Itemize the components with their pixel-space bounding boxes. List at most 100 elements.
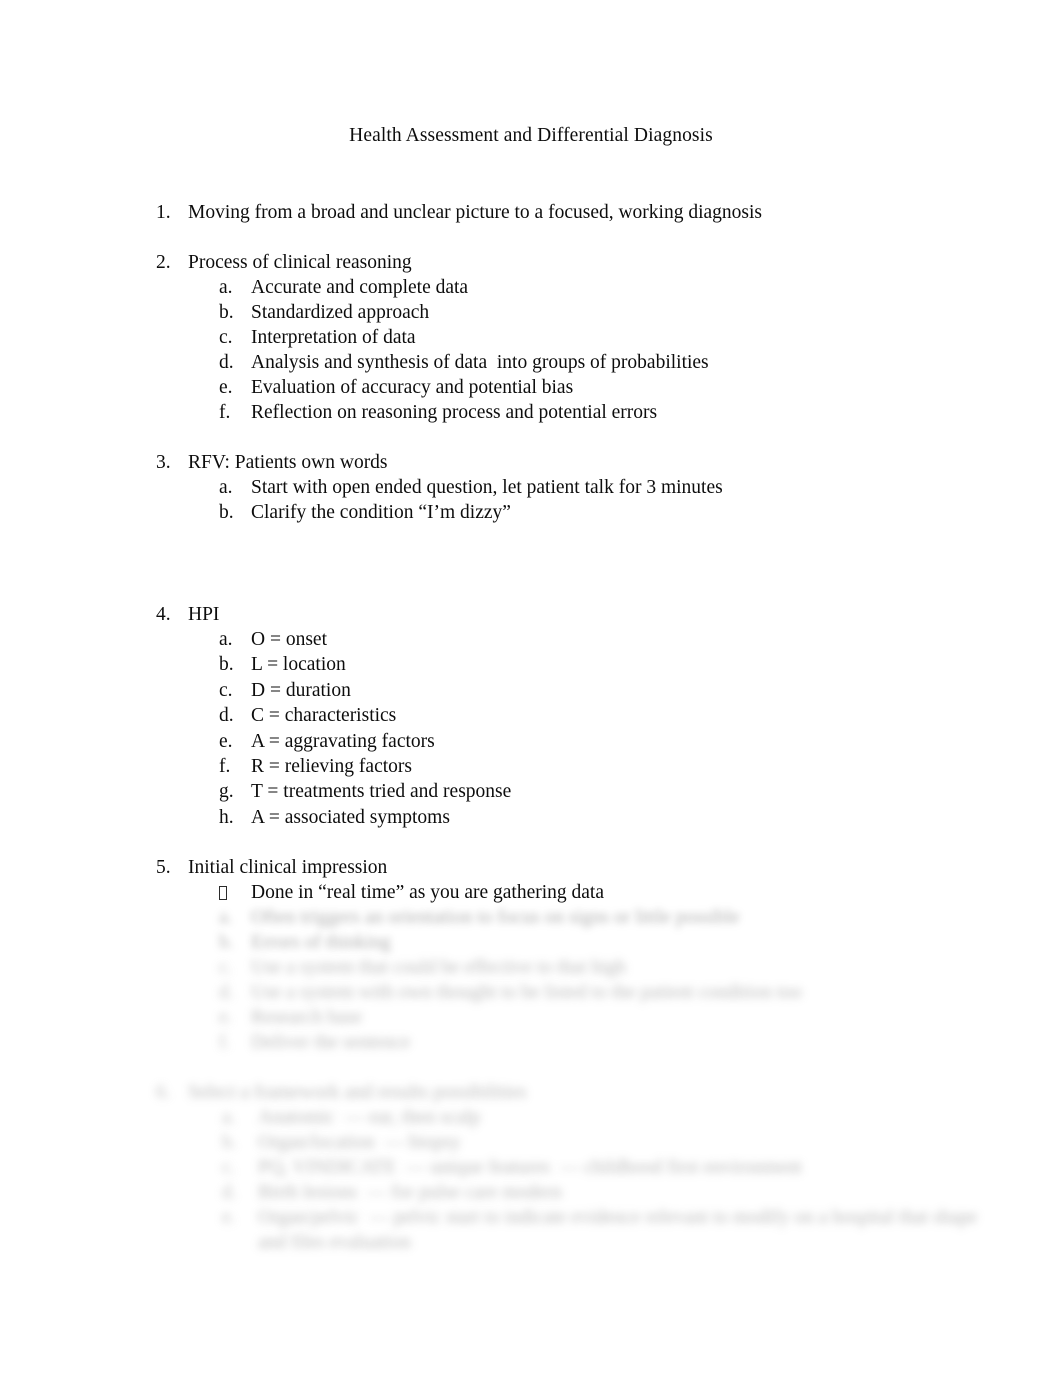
sub-list-item: d. C = characteristics bbox=[0, 703, 1062, 728]
document-page: Health Assessment and Differential Diagn… bbox=[0, 0, 1062, 1377]
obscured-line: f. Deliver the sentence bbox=[0, 1030, 1062, 1055]
list-marker: a. bbox=[219, 907, 233, 929]
list-marker: 1. bbox=[156, 202, 171, 223]
list-marker: e. bbox=[222, 1207, 236, 1229]
sub-list-item-text: Reflection on reasoning process and pote… bbox=[251, 402, 658, 423]
list-marker: f. bbox=[219, 756, 231, 778]
sub-list-item-text: O = onset bbox=[251, 629, 327, 650]
list-item: 5. Initial clinical impression bbox=[0, 855, 1062, 880]
list-item: 2. Process of clinical reasoning bbox=[0, 250, 1062, 275]
sub-list-item: a. Accurate and complete data bbox=[0, 275, 1062, 300]
list-marker: f. bbox=[219, 1032, 231, 1054]
obscured-line: and files evaluation bbox=[0, 1230, 1062, 1255]
list-item-text: Moving from a broad and unclear picture … bbox=[188, 202, 763, 223]
obscured-text: PQ, VINDICATE — unique features — childh… bbox=[258, 1157, 802, 1179]
list-marker: 3. bbox=[156, 452, 171, 473]
sub-list-item: b. L = location bbox=[0, 652, 1062, 677]
list-item: 1. Moving from a broad and unclear pictu… bbox=[0, 200, 1062, 225]
list-marker: b. bbox=[222, 1132, 237, 1154]
list-marker: b. bbox=[219, 302, 234, 323]
list-marker: e. bbox=[219, 730, 233, 752]
list-marker: d. bbox=[219, 352, 234, 373]
list-marker: g. bbox=[219, 781, 234, 803]
sub-list-item-text: Analysis and synthesis of data into grou… bbox=[251, 352, 709, 373]
obscured-line: d. Use a system with own thought to be l… bbox=[0, 980, 1062, 1005]
sub-list-item: b. Clarify the condition “I’m dizzy” bbox=[0, 500, 1062, 525]
obscured-line: c. PQ, VINDICATE — unique features — chi… bbox=[0, 1155, 1062, 1180]
sub-list-item: f. R = relieving factors bbox=[0, 754, 1062, 779]
sub-list-item: Done in “real time” as you are gathering… bbox=[0, 880, 1062, 905]
list-marker: e. bbox=[219, 1007, 233, 1029]
sub-list-item-text: R = relieving factors bbox=[251, 756, 412, 778]
obscured-line: e. Research base bbox=[0, 1005, 1062, 1030]
list-marker: b. bbox=[219, 502, 234, 523]
sub-list-item-text: Interpretation of data bbox=[251, 327, 416, 348]
sub-list-item: b. Standardized approach bbox=[0, 300, 1062, 325]
sub-list-item-text: Evaluation of accuracy and potential bia… bbox=[251, 377, 574, 398]
sub-list-item-text: T = treatments tried and response bbox=[251, 781, 512, 803]
list-item-text: Initial clinical impression bbox=[188, 857, 388, 879]
list-marker: e. bbox=[219, 377, 233, 398]
list-marker: b. bbox=[219, 654, 234, 676]
list-marker: c. bbox=[219, 957, 233, 979]
obscured-text: Use a system with own thought to be list… bbox=[251, 982, 802, 1004]
list-item: 4. HPI bbox=[0, 602, 1062, 627]
list-marker: c. bbox=[219, 327, 233, 348]
obscured-line: a. Often triggers an orientation to focu… bbox=[0, 905, 1062, 930]
list-marker: c. bbox=[219, 679, 233, 701]
list-item: 3. RFV: Patients own words bbox=[0, 450, 1062, 475]
obscured-line: c. Use a system that could be effective … bbox=[0, 955, 1062, 980]
obscured-line: b. Errors of thinking bbox=[0, 930, 1062, 955]
sub-list-item: c. Interpretation of data bbox=[0, 325, 1062, 350]
obscured-text: Errors of thinking bbox=[251, 932, 391, 954]
list-marker: b. bbox=[219, 932, 234, 954]
sub-list-item-text: Standardized approach bbox=[251, 302, 430, 323]
obscured-text: Research base bbox=[251, 1007, 362, 1029]
sub-list-item: h. A = associated symptoms bbox=[0, 805, 1062, 830]
obscured-text: Often triggers an orientation to focus o… bbox=[251, 907, 740, 929]
list-marker: h. bbox=[219, 806, 234, 828]
sub-list-item-text: A = associated symptoms bbox=[251, 806, 450, 828]
obscured-text: Organ/pelvic — pelvic start to indicate … bbox=[258, 1207, 978, 1229]
outline-list: 1. Moving from a broad and unclear pictu… bbox=[0, 200, 1062, 1255]
list-marker: d. bbox=[219, 982, 234, 1004]
sub-list-item-text: Accurate and complete data bbox=[251, 277, 469, 298]
obscured-text: Anatomic — ear, then scalp bbox=[258, 1107, 481, 1129]
missing-glyph-bullet-icon bbox=[219, 880, 251, 905]
list-item-text: RFV: Patients own words bbox=[188, 452, 388, 473]
obscured-text: Organ/location — biopsy bbox=[258, 1132, 461, 1154]
sub-list-item: a. Start with open ended question, let p… bbox=[0, 475, 1062, 500]
sub-list-item: f. Reflection on reasoning process and p… bbox=[0, 400, 1062, 425]
list-marker: d. bbox=[222, 1182, 237, 1204]
obscured-line: a. Anatomic — ear, then scalp bbox=[0, 1105, 1062, 1130]
list-item-text: HPI bbox=[188, 604, 220, 625]
list-marker: d. bbox=[219, 705, 234, 727]
sub-list-item: g. T = treatments tried and response bbox=[0, 779, 1062, 804]
list-marker: f. bbox=[219, 402, 231, 423]
obscured-line: b. Organ/location — biopsy bbox=[0, 1130, 1062, 1155]
obscured-text: Deliver the sentence bbox=[251, 1032, 411, 1054]
list-marker: 5. bbox=[156, 857, 171, 879]
sub-list-item: c. D = duration bbox=[0, 678, 1062, 703]
obscured-line: e. Organ/pelvic — pelvic start to indica… bbox=[0, 1205, 1062, 1230]
obscured-text: Select a framework and results possibili… bbox=[188, 1082, 527, 1104]
obscured-text: Birth lesions — for pulse care modern bbox=[258, 1182, 562, 1204]
sub-list-item-text: A = aggravating factors bbox=[251, 730, 435, 752]
obscured-line: d. Birth lesions — for pulse care modern bbox=[0, 1180, 1062, 1205]
sub-list-item-text: D = duration bbox=[251, 679, 351, 701]
obscured-text: and files evaluation bbox=[258, 1232, 411, 1254]
page-title: Health Assessment and Differential Diagn… bbox=[349, 125, 713, 146]
list-marker: 6. bbox=[156, 1082, 171, 1104]
sub-list-item-text: Start with open ended question, let pati… bbox=[251, 477, 723, 498]
list-marker: a. bbox=[219, 277, 233, 298]
list-marker: 4. bbox=[156, 604, 171, 625]
sub-list-item-text: Clarify the condition “I’m dizzy” bbox=[251, 502, 511, 523]
obscured-line: 6. Select a framework and results possib… bbox=[0, 1080, 1062, 1105]
list-marker: c. bbox=[222, 1157, 236, 1179]
list-item-text: Process of clinical reasoning bbox=[188, 252, 412, 273]
obscured-text: Use a system that could be effective to … bbox=[251, 957, 626, 979]
sub-list-item-text: L = location bbox=[251, 654, 346, 676]
